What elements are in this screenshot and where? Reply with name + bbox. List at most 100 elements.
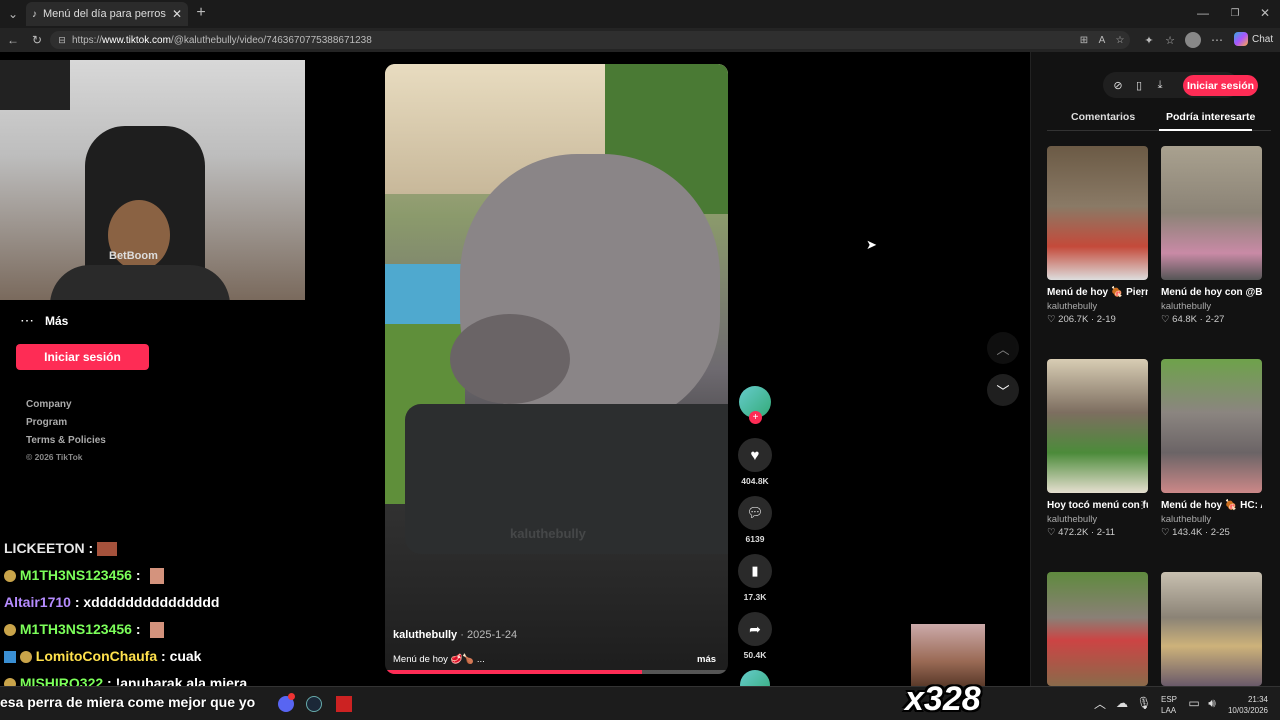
microphone-icon[interactable]: 🎙︎ xyxy=(1136,696,1151,710)
video-more-link[interactable]: más xyxy=(697,654,716,665)
sidebar-login-button[interactable]: Iniciar sesión xyxy=(16,344,149,370)
tray-app-icon[interactable]: ☁ xyxy=(1116,696,1128,710)
tray-expand-icon[interactable]: ︿ xyxy=(1094,697,1106,711)
app-icon[interactable] xyxy=(336,696,352,712)
language-code: ESP xyxy=(1161,695,1178,704)
badge-icon xyxy=(4,624,16,637)
heart-outline-icon: ♡ xyxy=(1047,527,1056,538)
card-menu-icon[interactable]: ⋮ xyxy=(1137,500,1147,511)
translate-icon[interactable]: A xyxy=(1096,34,1108,46)
chat-user: M1TH3NS123456 xyxy=(19,567,132,583)
url-field[interactable]: ⊟ https://www.tiktok.com/@kaluthebully/v… xyxy=(50,31,1130,49)
site-info-icon[interactable]: ⊟ xyxy=(56,34,68,46)
compass-icon[interactable]: ⊘ xyxy=(1111,78,1125,92)
profile-avatar[interactable] xyxy=(1185,32,1201,48)
copilot-chat-button[interactable]: Chat xyxy=(1234,32,1273,46)
more-menu-icon[interactable]: ⋯ xyxy=(1210,33,1224,47)
card-title: Menú de hoy 🍖 HC: Alita de poll... xyxy=(1161,500,1262,511)
chevron-down-icon: ﹀ xyxy=(996,383,1010,399)
card-menu-icon[interactable]: ⋮ xyxy=(1137,288,1147,299)
card-date: 2-19 xyxy=(1096,314,1116,325)
tab-comments[interactable]: Comentarios xyxy=(1071,111,1135,123)
recommended-card[interactable]: Menú de hoy 🍖 Pierna de poll... kalutheb… xyxy=(1047,146,1148,325)
app-available-icon[interactable]: ⊞ xyxy=(1078,34,1090,46)
recommended-card[interactable] xyxy=(1161,572,1262,686)
previous-video-button[interactable]: ︿ xyxy=(987,332,1019,364)
comment-icon: 💬︎ xyxy=(746,505,764,520)
chat-user: M1TH3NS123456 xyxy=(19,621,132,637)
chat-emote xyxy=(150,568,165,585)
video-player[interactable]: kaluthebully kaluthebully · 2025-1-24 Me… xyxy=(385,64,728,674)
clock-date: 10/03/2026 xyxy=(1227,706,1268,715)
device-icon[interactable]: ▯ xyxy=(1132,78,1146,92)
follow-plus-icon[interactable]: + xyxy=(749,411,762,424)
network-icon[interactable]: ▭ xyxy=(1188,696,1200,710)
bookmark-icon: ▮ xyxy=(751,563,759,578)
restore-icon[interactable]: ❐ xyxy=(1228,6,1242,20)
copilot-icon xyxy=(1234,32,1248,46)
browser-tab[interactable]: ♪ Menú del día para perros: die ✕ xyxy=(26,2,188,26)
card-date: 2-25 xyxy=(1210,527,1230,538)
footer-link-terms[interactable]: Terms & Policies xyxy=(26,435,106,446)
volume-icon[interactable]: 🔊︎ xyxy=(1206,696,1218,710)
refresh-icon[interactable]: ↻ xyxy=(30,33,44,47)
emote-combo-counter: x328 xyxy=(905,680,981,718)
back-icon[interactable]: ← xyxy=(6,33,20,47)
more-label: Más xyxy=(45,313,69,328)
notification-badge xyxy=(288,693,295,700)
header-login-button[interactable]: Iniciar sesión xyxy=(1183,75,1258,96)
card-thumbnail xyxy=(1047,359,1148,493)
minimize-icon[interactable]: — xyxy=(1196,6,1210,20)
recommended-card[interactable]: Menú de hoy 🍖 HC: Alita de poll... kalut… xyxy=(1161,359,1262,538)
share-arrow-icon: ➦ xyxy=(749,620,761,637)
windows-taskbar: esa perra de miera come mejor que yo ︿ ☁… xyxy=(0,686,1280,720)
heart-outline-icon: ♡ xyxy=(1047,314,1056,325)
card-stats: ♡ 64.8K · 2-27 xyxy=(1161,314,1225,325)
chat-emote xyxy=(150,622,165,639)
footer-link-company[interactable]: Company xyxy=(26,399,72,410)
favorite-icon[interactable]: ☆ xyxy=(1114,34,1126,46)
tab-list-icon[interactable]: ⌄ xyxy=(6,7,20,21)
comment-button[interactable]: 💬︎ xyxy=(738,496,772,530)
extensions-icon[interactable]: ✦ xyxy=(1142,33,1156,47)
video-author[interactable]: kaluthebully xyxy=(393,629,457,641)
keyboard-layout: LAA xyxy=(1161,706,1177,715)
chat-user: LICKEETON xyxy=(4,540,85,556)
comment-count: 6139 xyxy=(745,534,765,544)
card-thumbnail xyxy=(1161,146,1262,280)
close-window-icon[interactable]: ✕ xyxy=(1258,6,1272,20)
url-path: /@kaluthebully/video/7463670775388671238 xyxy=(170,34,372,46)
heart-icon: ♥ xyxy=(750,446,760,464)
close-tab-icon[interactable]: ✕ xyxy=(172,7,182,21)
chevron-up-icon: ︿ xyxy=(996,341,1010,357)
like-button[interactable]: ♥ xyxy=(738,438,772,472)
card-likes: 472.2K xyxy=(1058,527,1089,538)
card-likes: 143.4K xyxy=(1172,527,1203,538)
clock[interactable]: 21:34 10/03/2026 xyxy=(1226,694,1268,716)
footer-link-program[interactable]: Program xyxy=(26,417,67,428)
language-indicator[interactable]: ESP LAA xyxy=(1161,694,1177,716)
chat-message: Altair1710 : xddddddddddddddd xyxy=(4,594,220,610)
chat-user: LomitoConChaufa xyxy=(35,648,158,664)
new-tab-icon[interactable]: + xyxy=(194,4,208,21)
card-author: kaluthebully xyxy=(1161,514,1212,525)
browser-tab-bar: ⌄ ♪ Menú del día para perros: die ✕ + — … xyxy=(0,0,1280,28)
share-button[interactable]: ➦ xyxy=(738,612,772,646)
video-progress-track[interactable] xyxy=(385,670,728,674)
card-thumbnail xyxy=(1047,572,1148,686)
more-menu-item[interactable]: ⋯ Más xyxy=(20,312,68,329)
recommended-card[interactable]: Hoy tocó menú con full insumos... kaluth… xyxy=(1047,359,1148,538)
recommended-card[interactable]: Menú de hoy con @Barfi 🩷 La... kaluthebu… xyxy=(1161,146,1262,325)
monitor-shape xyxy=(0,60,70,110)
more-dots-icon: ⋯ xyxy=(20,312,34,328)
dog-snout xyxy=(450,314,570,404)
author-avatar-button[interactable]: + xyxy=(739,386,771,424)
tab-recommended[interactable]: Podría interesarte xyxy=(1166,111,1255,123)
favorites-bar-icon[interactable]: ☆ xyxy=(1163,33,1177,47)
next-video-button[interactable]: ﹀ xyxy=(987,374,1019,406)
badge-icon xyxy=(4,570,16,583)
save-button[interactable]: ▮ xyxy=(738,554,772,588)
recommended-card[interactable] xyxy=(1047,572,1148,686)
download-icon[interactable]: ⤓ xyxy=(1153,78,1167,92)
steam-icon[interactable] xyxy=(306,696,322,712)
